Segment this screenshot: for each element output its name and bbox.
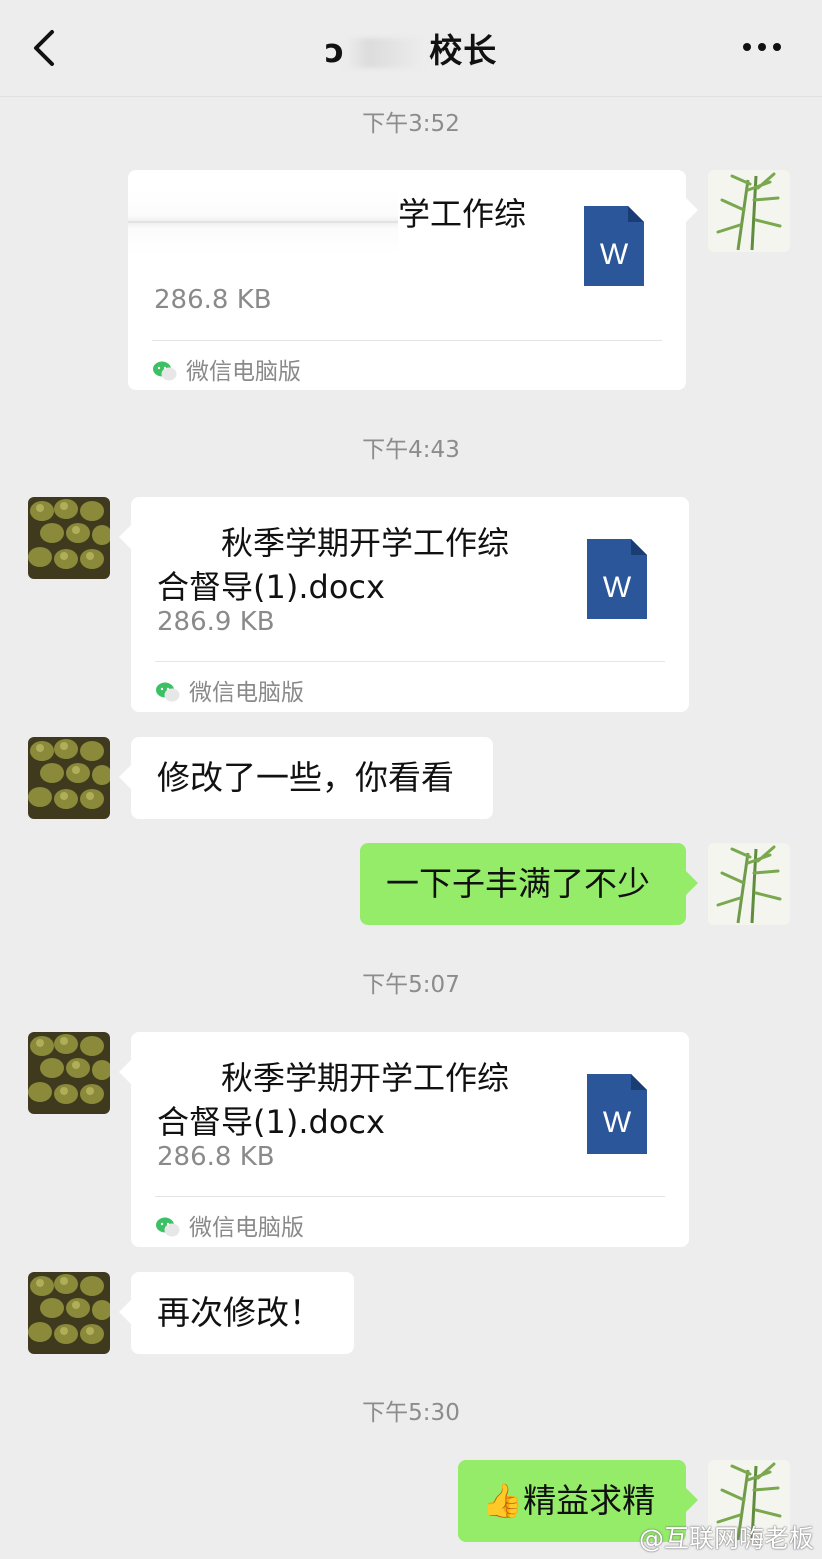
chat-title-tail: 校长 bbox=[429, 31, 498, 70]
file-name-line1: 秋季学期开学工作综 bbox=[221, 1059, 510, 1097]
file-name-line2: 合督导(1).docx bbox=[157, 1103, 385, 1141]
redacted-filename-blur bbox=[128, 190, 398, 254]
other-avatar[interactable] bbox=[28, 737, 110, 819]
svg-text:W: W bbox=[603, 1106, 632, 1139]
message-text: 再次修改！ bbox=[157, 1293, 322, 1332]
file-source: 微信电脑版 bbox=[155, 1208, 304, 1242]
message-text: 👍精益求精 bbox=[482, 1479, 655, 1523]
text-message-bubble[interactable]: 修改了一些，你看看 bbox=[119, 737, 493, 819]
other-avatar[interactable] bbox=[28, 1272, 110, 1354]
file-name-line1: 秋季学期开学工作综 bbox=[221, 524, 510, 562]
file-name: 秋季学期开学工作综 合督导(1).docx bbox=[157, 1056, 557, 1144]
message-text-body: 精益求精 bbox=[523, 1481, 656, 1520]
word-doc-icon: W bbox=[587, 539, 647, 619]
divider bbox=[152, 340, 662, 341]
bubble-tail bbox=[119, 1300, 131, 1324]
kiwi-fruit-avatar-icon bbox=[28, 1032, 110, 1114]
bubble-tail bbox=[119, 525, 131, 549]
word-doc-icon: W bbox=[587, 1074, 647, 1154]
wechat-icon bbox=[153, 361, 177, 381]
chat-header: ɔ 校长 bbox=[0, 0, 822, 97]
own-avatar[interactable] bbox=[708, 843, 790, 925]
bubble-tail bbox=[119, 1060, 131, 1084]
svg-text:W: W bbox=[603, 571, 632, 604]
svg-text:W: W bbox=[600, 238, 629, 271]
wechat-icon bbox=[156, 1217, 180, 1237]
watermark: @互联网嗨老板 bbox=[638, 1524, 814, 1553]
timestamp: 下午3:52 bbox=[362, 111, 460, 137]
text-message-bubble[interactable]: 再次修改！ bbox=[119, 1272, 354, 1354]
message-text: 修改了一些，你看看 bbox=[157, 758, 454, 797]
file-size: 286.8 KB bbox=[157, 1142, 275, 1172]
file-source-label: 微信电脑版 bbox=[189, 680, 304, 706]
redacted-name-blur bbox=[345, 37, 426, 68]
bubble-tail bbox=[686, 871, 698, 895]
timestamp: 下午5:30 bbox=[362, 1400, 460, 1426]
bubble-tail bbox=[119, 765, 131, 789]
file-message-bubble[interactable]: 秋季学期开学工作综 合督导(1).docx 286.9 KB W 微信电脑版 bbox=[119, 497, 689, 712]
chat-title: ɔ 校长 bbox=[0, 24, 822, 72]
other-avatar[interactable] bbox=[28, 497, 110, 579]
other-avatar[interactable] bbox=[28, 1032, 110, 1114]
bubble-tail bbox=[686, 1488, 698, 1512]
kiwi-fruit-avatar-icon bbox=[28, 737, 110, 819]
message-text: 一下子丰满了不少 bbox=[386, 864, 650, 903]
file-name-line2: 合督导(1).docx bbox=[157, 568, 385, 606]
chat-title-prefix: ɔ bbox=[324, 31, 346, 70]
file-message-bubble[interactable]: 学工作综 286.8 KB W 微信电脑版 bbox=[128, 170, 698, 390]
bamboo-avatar-icon bbox=[708, 843, 790, 925]
timestamp: 下午5:07 bbox=[362, 972, 460, 998]
word-doc-icon: W bbox=[584, 206, 644, 286]
file-source-label: 微信电脑版 bbox=[186, 359, 301, 385]
more-dots-icon[interactable] bbox=[742, 42, 782, 52]
kiwi-fruit-avatar-icon bbox=[28, 1272, 110, 1354]
timestamp: 下午4:43 bbox=[362, 437, 460, 463]
file-source: 微信电脑版 bbox=[155, 673, 304, 707]
divider bbox=[155, 661, 665, 662]
text-message-bubble[interactable]: 一下子丰满了不少 bbox=[360, 843, 698, 925]
wechat-icon bbox=[156, 682, 180, 702]
kiwi-fruit-avatar-icon bbox=[28, 497, 110, 579]
divider bbox=[155, 1196, 665, 1197]
file-source: 微信电脑版 bbox=[152, 352, 301, 386]
file-size: 286.9 KB bbox=[157, 607, 275, 637]
thumbs-up-emoji-icon: 👍 bbox=[482, 1481, 524, 1520]
file-source-label: 微信电脑版 bbox=[189, 1215, 304, 1241]
file-size: 286.8 KB bbox=[154, 285, 272, 315]
file-message-bubble[interactable]: 秋季学期开学工作综 合督导(1).docx 286.8 KB W 微信电脑版 bbox=[119, 1032, 689, 1247]
file-name: 秋季学期开学工作综 合督导(1).docx bbox=[157, 521, 557, 609]
